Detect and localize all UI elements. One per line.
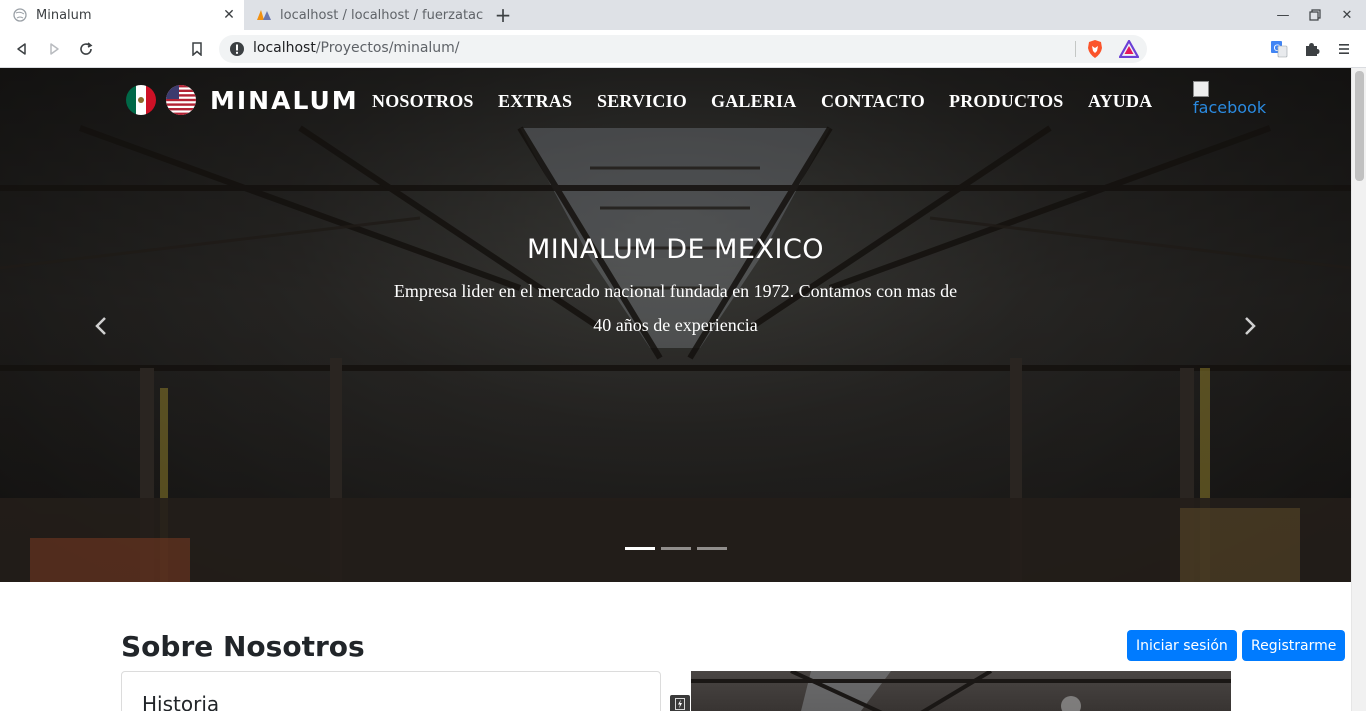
carousel-prev-icon[interactable] — [89, 314, 113, 338]
history-card: Historia — [121, 671, 661, 711]
login-button[interactable]: Iniciar sesión — [1127, 630, 1237, 661]
extensions-icon[interactable] — [1300, 37, 1324, 61]
info-icon[interactable] — [229, 41, 245, 57]
url-text: localhost/Proyectos/minalum/ — [253, 40, 460, 56]
facebook-link[interactable]: facebook — [1193, 81, 1267, 121]
lightning-icon[interactable] — [670, 695, 690, 711]
carousel-indicator[interactable] — [697, 547, 727, 550]
browser-tab-bar: Minalum ✕ localhost / localhost / fuerza… — [0, 0, 1366, 30]
scrollbar-thumb[interactable] — [1355, 71, 1364, 181]
new-tab-button[interactable]: + — [492, 3, 514, 27]
nav-link-nosotros[interactable]: NOSOTROS — [372, 91, 474, 112]
hero-description: Empresa lider en el mercado nacional fun… — [393, 281, 958, 335]
tab-title: Minalum — [36, 7, 92, 23]
tab-phpmyadmin[interactable]: localhost / localhost / fuerzatac — [244, 0, 484, 30]
mexico-flag-icon[interactable] — [126, 85, 156, 115]
carousel-next-icon[interactable] — [1238, 314, 1262, 338]
tab-minalum[interactable]: Minalum ✕ — [0, 0, 244, 30]
facebook-alt-text: facebook — [1193, 98, 1267, 117]
broken-image-icon — [1193, 81, 1209, 97]
forward-icon[interactable] — [42, 37, 66, 61]
register-button[interactable]: Registrarme — [1242, 630, 1346, 661]
site-logo[interactable]: MINALUM — [210, 86, 359, 115]
factory-photo — [691, 671, 1231, 711]
usa-flag-icon[interactable] — [166, 85, 196, 115]
factory-roof-image — [691, 671, 1231, 711]
nav-link-servicio[interactable]: SERVICIO — [597, 91, 687, 112]
address-bar[interactable]: localhost/Proyectos/minalum/ — [219, 35, 1147, 63]
carousel-indicator[interactable] — [625, 547, 655, 550]
browser-toolbar: localhost/Proyectos/minalum/ G — [0, 30, 1366, 68]
menu-icon[interactable] — [1332, 37, 1356, 61]
hero-title: MINALUM DE MEXICO — [526, 234, 825, 265]
nav-link-galeria[interactable]: GALERIA — [711, 91, 796, 112]
nav-link-productos[interactable]: PRODUCTOS — [949, 91, 1064, 112]
card-title: Historia — [142, 692, 220, 711]
close-window-icon[interactable]: ✕ — [1336, 4, 1358, 26]
site-navbar: MINALUM NOSOTROS EXTRAS SERVICIO GALERIA… — [0, 68, 1351, 134]
nav-link-extras[interactable]: EXTRAS — [498, 91, 572, 112]
globe-icon — [12, 7, 28, 23]
nav-link-ayuda[interactable]: AYUDA — [1088, 91, 1152, 112]
page-scrollbar[interactable] — [1351, 68, 1366, 711]
minimize-icon[interactable]: — — [1272, 4, 1294, 26]
restore-icon[interactable] — [1304, 4, 1326, 26]
brave-shield-icon[interactable] — [1083, 37, 1107, 61]
carousel-indicator[interactable] — [661, 547, 691, 550]
phpmyadmin-icon — [256, 7, 272, 23]
tab-title: localhost / localhost / fuerzatac — [280, 7, 484, 23]
hero-carousel: MINALUM NOSOTROS EXTRAS SERVICIO GALERIA… — [0, 68, 1351, 582]
translate-icon[interactable]: G — [1267, 37, 1291, 61]
carousel-indicators — [625, 547, 727, 550]
bookmark-icon[interactable] — [185, 37, 209, 61]
section-title: Sobre Nosotros — [121, 630, 365, 663]
reload-icon[interactable] — [74, 37, 98, 61]
nav-link-contacto[interactable]: CONTACTO — [821, 91, 925, 112]
divider — [1075, 41, 1076, 57]
brave-rewards-icon[interactable] — [1117, 37, 1141, 61]
close-tab-icon[interactable]: ✕ — [220, 6, 238, 24]
page-viewport: MINALUM NOSOTROS EXTRAS SERVICIO GALERIA… — [0, 68, 1351, 711]
back-icon[interactable] — [10, 37, 34, 61]
